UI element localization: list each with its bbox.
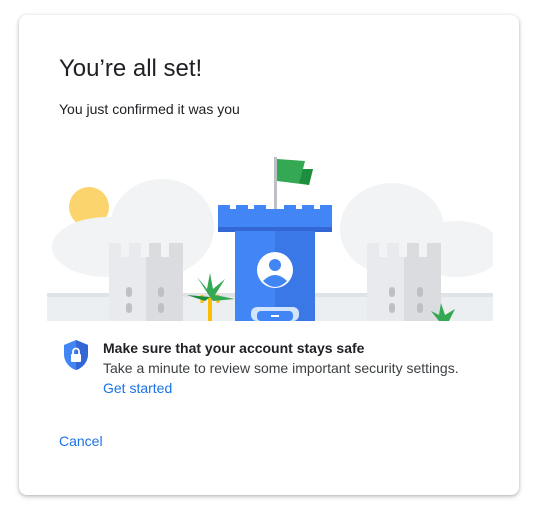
notice-body: Take a minute to review some important s… — [103, 360, 459, 376]
get-started-link[interactable]: Get started — [103, 379, 172, 397]
dialog-subtitle: You just confirmed it was you — [59, 101, 240, 117]
confirmation-dialog: You’re all set! You just confirmed it wa… — [19, 15, 519, 495]
cancel-button[interactable]: Cancel — [59, 433, 103, 449]
shield-lock-icon — [64, 340, 88, 370]
dialog-title: You’re all set! — [59, 55, 203, 82]
notice-text: Make sure that your account stays safe T… — [103, 339, 493, 398]
castle-illustration — [47, 157, 493, 321]
notice-heading: Make sure that your account stays safe — [103, 340, 365, 356]
central-tower — [218, 157, 332, 321]
